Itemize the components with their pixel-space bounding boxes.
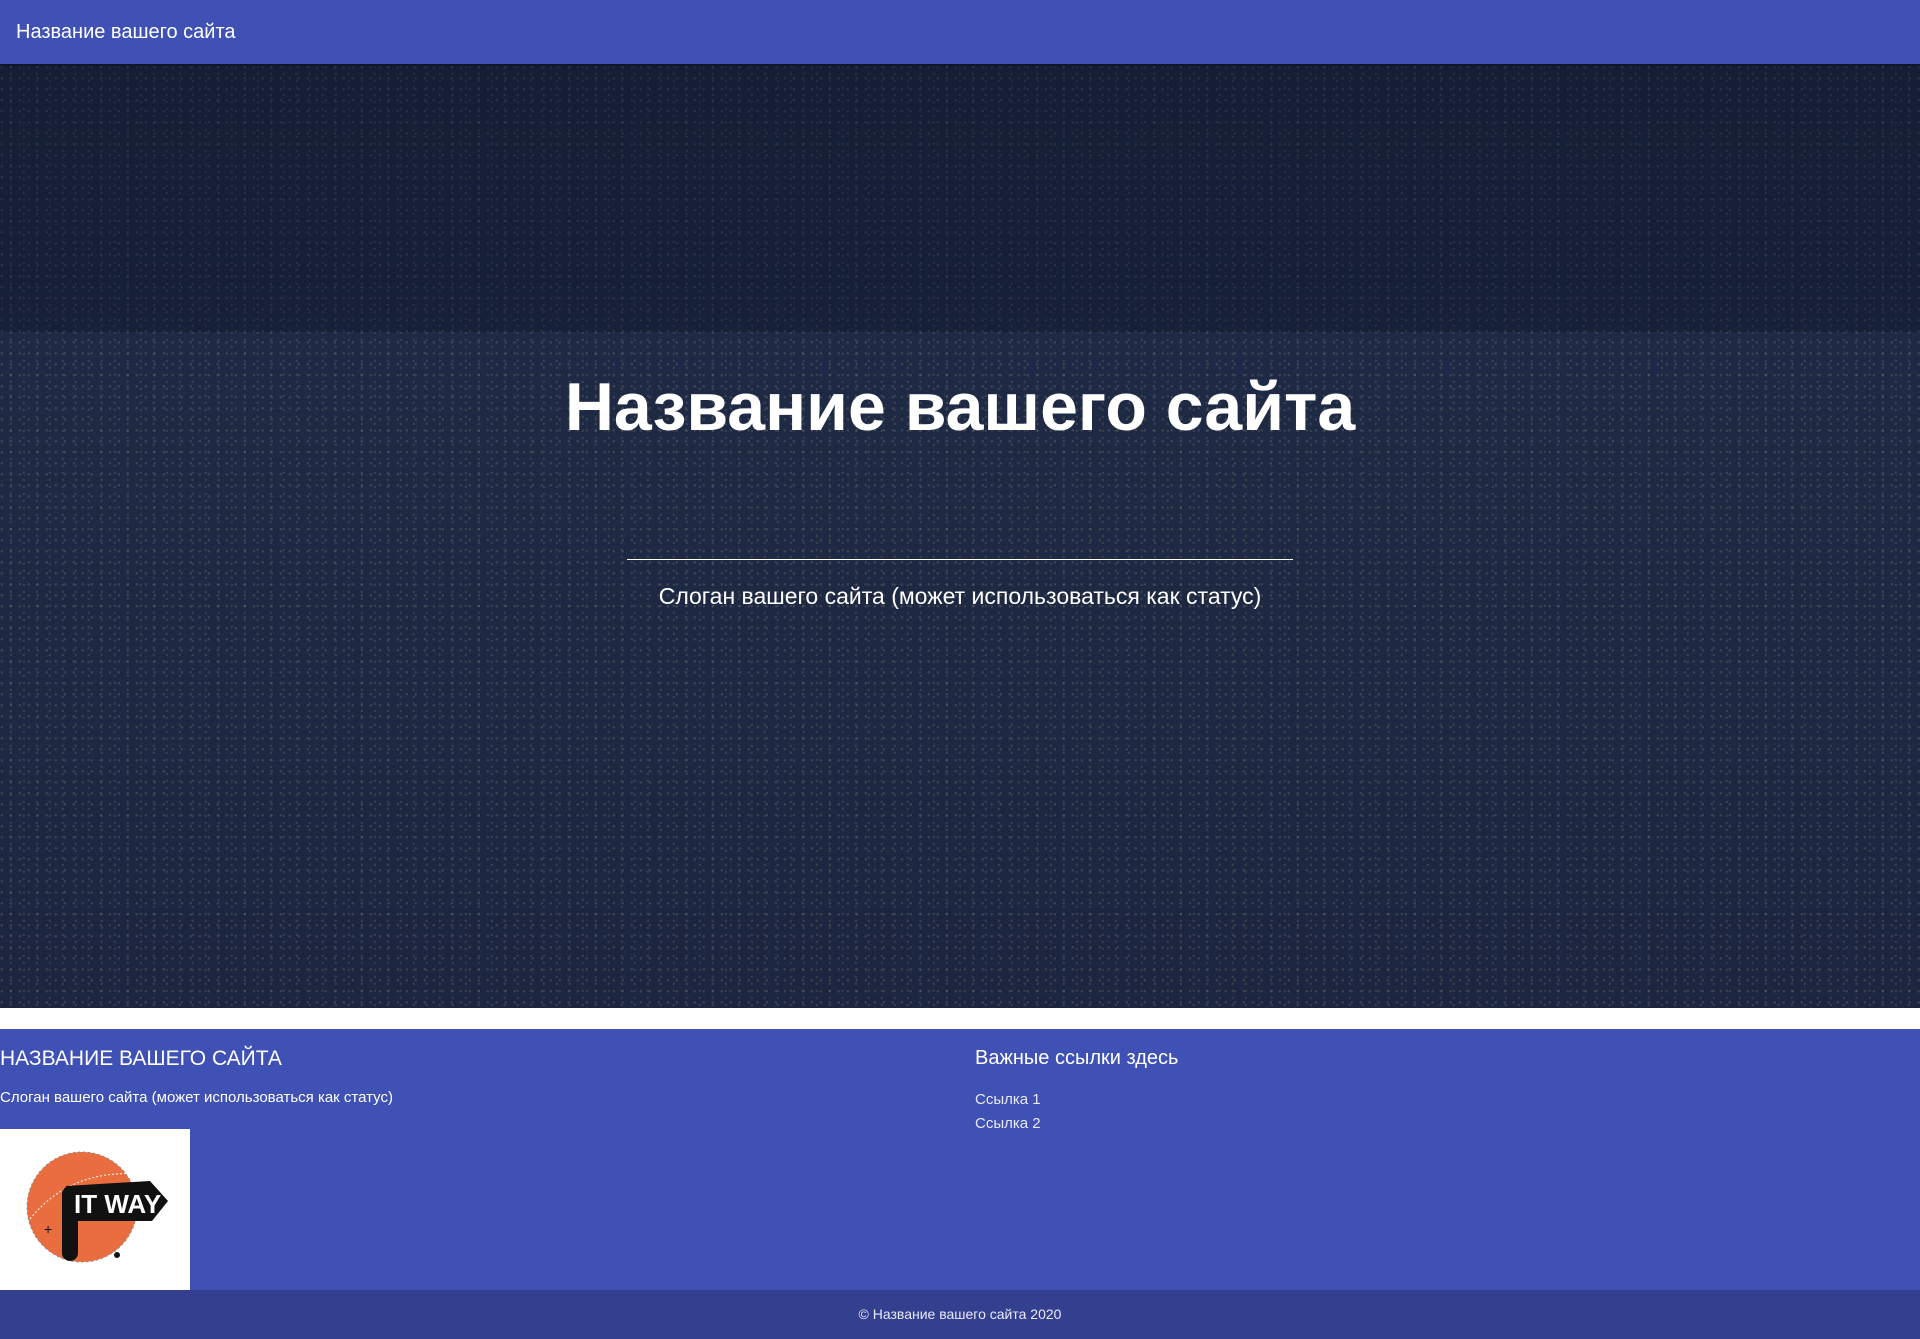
hero-divider [627, 559, 1293, 560]
footer: НАЗВАНИЕ ВАШЕГО САЙТА Слоган вашего сайт… [0, 1029, 1920, 1290]
footer-link-2[interactable]: Ссылка 2 [975, 1115, 1041, 1132]
svg-text:+: + [44, 1221, 52, 1237]
site-title-link[interactable]: Название вашего сайта [16, 21, 236, 43]
copyright-bar: © Название вашего сайта 2020 [0, 1290, 1920, 1339]
hero-title: Название вашего сайта [564, 369, 1356, 445]
hero-slogan: Слоган вашего сайта (может использоватьс… [658, 583, 1262, 609]
hero-band [0, 64, 1920, 332]
hero-section: Название вашего сайта Слоган вашего сайт… [0, 64, 1920, 1008]
footer-slogan: Слоган вашего сайта (может использоватьс… [0, 1089, 393, 1106]
itway-logo: IT WAY + [0, 1129, 190, 1290]
links-heading: Важные ссылки здесь [975, 1047, 1179, 1069]
copyright-text: © Название вашего сайта 2020 [858, 1306, 1062, 1322]
top-app-bar: Название вашего сайта [0, 0, 1920, 64]
footer-title: НАЗВАНИЕ ВАШЕГО САЙТА [0, 1047, 282, 1070]
svg-text:IT WAY: IT WAY [74, 1189, 161, 1219]
footer-link-1[interactable]: Ссылка 1 [975, 1091, 1041, 1108]
